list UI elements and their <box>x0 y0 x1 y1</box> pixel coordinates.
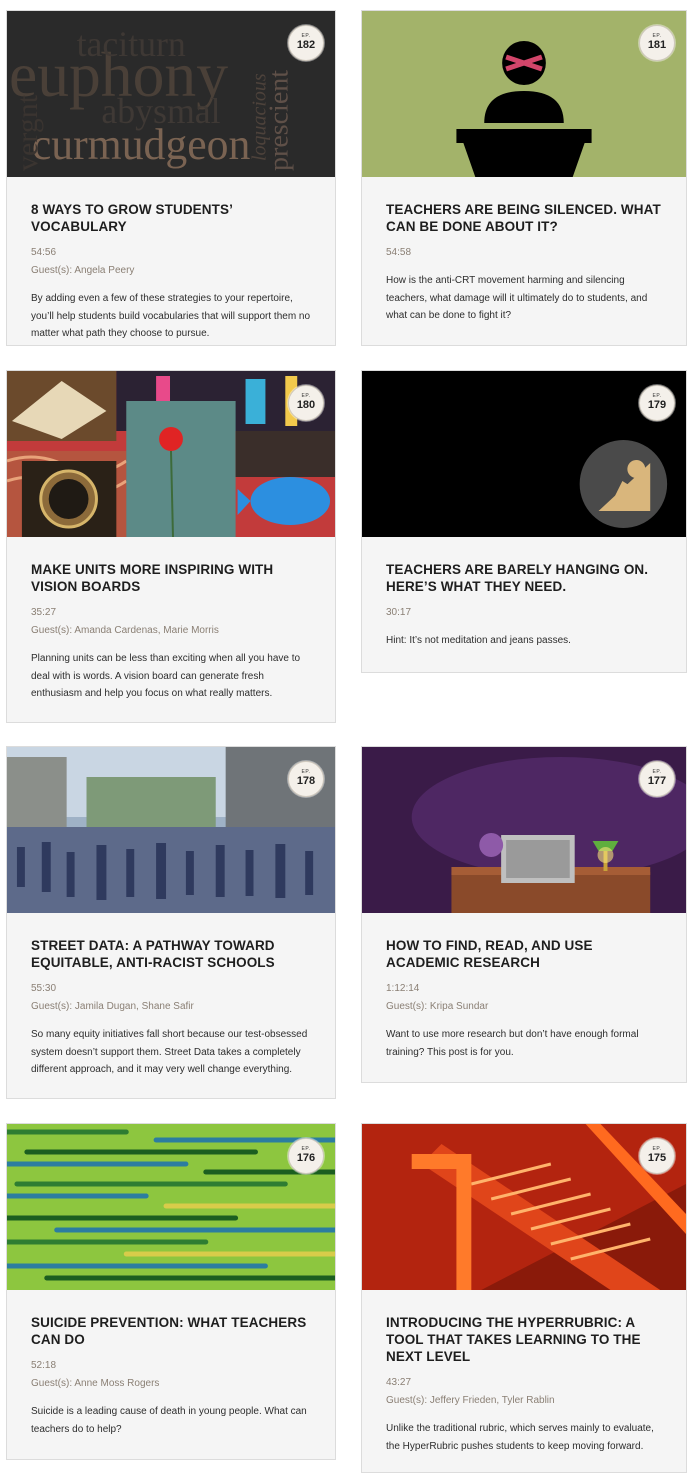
episode-thumbnail[interactable]: EP. 180 <box>7 371 335 537</box>
silenced-speaker-icon <box>362 11 686 177</box>
stripes-pattern-image <box>7 1124 335 1290</box>
episode-guests: Guest(s): Anne Moss Rogers <box>31 1378 160 1389</box>
episode-number-badge: EP. 179 <box>639 385 675 421</box>
episode-title[interactable]: INTRODUCING THE HYPERRUBRIC: A TOOL THAT… <box>386 1314 662 1365</box>
episode-title[interactable]: TEACHERS ARE BARELY HANGING ON. HERE’S W… <box>386 561 662 595</box>
episode-number-badge: EP. 181 <box>639 25 675 61</box>
episode-thumbnail[interactable]: EP. 177 <box>362 747 686 913</box>
episode-title[interactable]: STREET DATA: A PATHWAY TOWARD EQUITABLE,… <box>31 937 311 971</box>
episode-thumbnail[interactable]: EP. 181 <box>362 11 686 177</box>
episode-card-180[interactable]: EP. 180 MAKE UNITS MORE INSPIRING WITH VI… <box>6 370 336 723</box>
episode-duration: 55:30 <box>31 983 57 994</box>
episode-guests: Guest(s): Kripa Sundar <box>386 1001 489 1012</box>
street-crowd-image <box>7 747 335 913</box>
episode-duration: 35:27 <box>31 607 57 618</box>
episode-number-badge: EP. 178 <box>288 761 324 797</box>
episode-card-175[interactable]: EP. 175 INTRODUCING THE HYPERRUBRIC: A TO… <box>361 1123 687 1473</box>
episode-card-176[interactable]: EP. 176 SUICIDE PREVENTION: WHAT TEACHERS… <box>6 1123 336 1460</box>
episode-thumbnail[interactable]: EP. 179 <box>362 371 686 537</box>
episode-description: By adding even a few of these strategies… <box>31 293 311 339</box>
episode-thumbnail[interactable]: EP. 178 <box>7 747 335 913</box>
svg-text:curmudgeon: curmudgeon <box>32 121 251 169</box>
desk-research-image <box>362 747 686 913</box>
episode-thumbnail[interactable]: EP. 175 <box>362 1124 686 1290</box>
episode-number-badge: EP. 176 <box>288 1138 324 1174</box>
episode-card-182[interactable]: euphony taciturn abysmal curmudgeon verg… <box>6 10 336 346</box>
svg-text:loquacious: loquacious <box>248 73 270 161</box>
episode-card-179[interactable]: EP. 179 TEACHERS ARE BARELY HANGING ON. H… <box>361 370 687 673</box>
boulder-pushing-icon <box>362 371 686 537</box>
episode-description: How is the anti-CRT movement harming and… <box>386 275 648 321</box>
episode-duration: 54:56 <box>31 247 57 258</box>
episode-duration: 54:58 <box>386 247 412 258</box>
episode-guests: Guest(s): Angela Peery <box>31 265 135 276</box>
episode-title[interactable]: TEACHERS ARE BEING SILENCED. WHAT CAN BE… <box>386 201 662 235</box>
episode-thumbnail[interactable]: euphony taciturn abysmal curmudgeon verg… <box>7 11 335 177</box>
svg-text:vergnt: vergnt <box>11 94 44 171</box>
episode-description: Unlike the traditional rubric, which ser… <box>386 1423 654 1452</box>
episode-title[interactable]: MAKE UNITS MORE INSPIRING WITH VISION BO… <box>31 561 311 595</box>
vocabulary-words-image: euphony taciturn abysmal curmudgeon verg… <box>7 11 335 177</box>
episode-number-badge: EP. 175 <box>639 1138 675 1174</box>
episode-title[interactable]: SUICIDE PREVENTION: WHAT TEACHERS CAN DO <box>31 1314 311 1348</box>
episode-description: Hint: It’s not meditation and jeans pass… <box>386 635 571 646</box>
episode-duration: 43:27 <box>386 1377 412 1388</box>
episode-duration: 1:12:14 <box>386 983 420 994</box>
episode-description: Want to use more research but don’t have… <box>386 1029 639 1058</box>
episode-description: Planning units can be less than exciting… <box>31 653 301 699</box>
episode-guests: Guest(s): Jeffery Frieden, Tyler Rablin <box>386 1395 555 1406</box>
episode-duration: 30:17 <box>386 607 412 618</box>
episode-thumbnail[interactable]: EP. 176 <box>7 1124 335 1290</box>
vision-board-collage-image <box>7 371 335 537</box>
episode-description: Suicide is a leading cause of death in y… <box>31 1406 307 1435</box>
episode-number-badge: EP. 182 <box>288 25 324 61</box>
episode-card-177[interactable]: EP. 177 HOW TO FIND, READ, AND USE ACADEM… <box>361 746 687 1083</box>
episode-number-badge: EP. 177 <box>639 761 675 797</box>
neon-staircase-image <box>362 1124 686 1290</box>
episode-title[interactable]: 8 WAYS TO GROW STUDENTS’ VOCABULARY <box>31 201 311 235</box>
episode-description: So many equity initiatives fall short be… <box>31 1029 308 1075</box>
episode-card-178[interactable]: EP. 178 STREET DATA: A PATHWAY TOWARD EQU… <box>6 746 336 1099</box>
episode-guests: Guest(s): Amanda Cardenas, Marie Morris <box>31 625 219 636</box>
episode-title[interactable]: HOW TO FIND, READ, AND USE ACADEMIC RESE… <box>386 937 662 971</box>
svg-text:taciturn: taciturn <box>77 24 186 64</box>
episode-number-badge: EP. 180 <box>288 385 324 421</box>
episode-card-181[interactable]: EP. 181 TEACHERS ARE BEING SILENCED. WHAT… <box>361 10 687 346</box>
episode-duration: 52:18 <box>31 1360 57 1371</box>
episode-guests: Guest(s): Jamila Dugan, Shane Safir <box>31 1001 194 1012</box>
